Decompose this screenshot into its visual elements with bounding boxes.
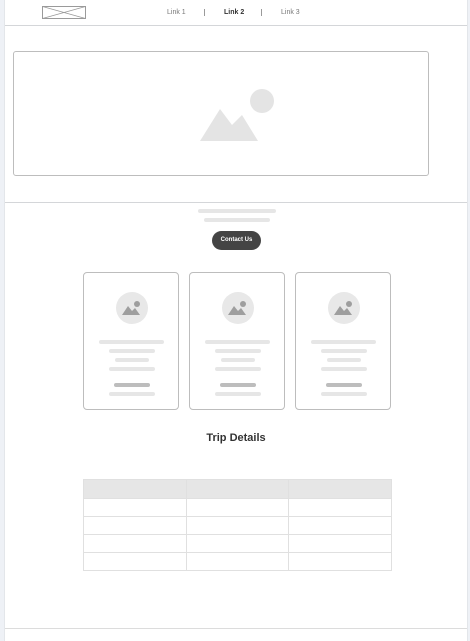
- table-cell: [185, 516, 290, 535]
- feature-card[interactable]: [83, 272, 179, 410]
- link-placeholder-line[interactable]: [326, 383, 362, 387]
- table-row: [83, 534, 392, 553]
- image-placeholder-icon: [200, 89, 274, 141]
- footer-divider: [5, 628, 467, 629]
- text-placeholder-line: [115, 358, 149, 362]
- link-placeholder-line[interactable]: [220, 383, 256, 387]
- text-placeholder-line: [109, 392, 155, 396]
- table-cell: [83, 498, 187, 517]
- table-cell: [185, 498, 290, 517]
- feature-card[interactable]: [295, 272, 391, 410]
- table-cell: [288, 534, 392, 553]
- section-divider: [5, 202, 467, 203]
- text-placeholder-line: [109, 367, 155, 371]
- card-image-placeholder-icon: [222, 292, 254, 324]
- card-image-placeholder-icon: [328, 292, 360, 324]
- table-row: [83, 552, 392, 571]
- text-placeholder-line: [327, 358, 361, 362]
- text-placeholder-line: [99, 340, 164, 344]
- table-header-cell: [83, 479, 187, 499]
- nav-link-3[interactable]: Link 3: [281, 9, 300, 16]
- table-row: [83, 516, 392, 535]
- text-placeholder-line: [321, 392, 367, 396]
- table-cell: [83, 552, 187, 571]
- nav-link-1[interactable]: Link 1: [167, 9, 186, 16]
- text-placeholder-line: [215, 392, 261, 396]
- trip-details-table: [83, 479, 392, 571]
- text-placeholder-line: [321, 367, 367, 371]
- table-header-cell: [185, 479, 290, 499]
- header: Link 1 Link 2 Link 3: [5, 0, 467, 26]
- text-placeholder-line: [321, 349, 367, 353]
- text-placeholder-line: [205, 340, 270, 344]
- text-placeholder-line: [221, 358, 255, 362]
- table-cell: [288, 552, 392, 571]
- table-cell: [83, 516, 187, 535]
- text-placeholder-line: [215, 349, 261, 353]
- link-placeholder-line[interactable]: [114, 383, 150, 387]
- text-placeholder-line: [311, 340, 376, 344]
- page: Link 1 Link 2 Link 3 Contact Us Trip Det…: [4, 0, 468, 641]
- contact-us-button[interactable]: Contact Us: [212, 231, 261, 250]
- nav-separator: [261, 9, 262, 16]
- table-cell: [83, 534, 187, 553]
- text-placeholder-line: [198, 209, 276, 213]
- text-placeholder-line: [109, 349, 155, 353]
- main-nav: Link 1 Link 2 Link 3: [5, 0, 467, 26]
- text-placeholder-line: [204, 218, 270, 222]
- feature-card[interactable]: [189, 272, 285, 410]
- text-placeholder-line: [215, 367, 261, 371]
- card-image-placeholder-icon: [116, 292, 148, 324]
- table-header-row: [83, 479, 392, 499]
- table-cell: [288, 498, 392, 517]
- table-cell: [185, 534, 290, 553]
- table-cell: [185, 552, 290, 571]
- table-row: [83, 498, 392, 517]
- nav-separator: [204, 9, 205, 16]
- nav-link-2[interactable]: Link 2: [224, 9, 244, 16]
- trip-details-title: Trip Details: [206, 432, 266, 444]
- table-cell: [288, 516, 392, 535]
- table-header-cell: [288, 479, 392, 499]
- hero-banner: [13, 51, 429, 176]
